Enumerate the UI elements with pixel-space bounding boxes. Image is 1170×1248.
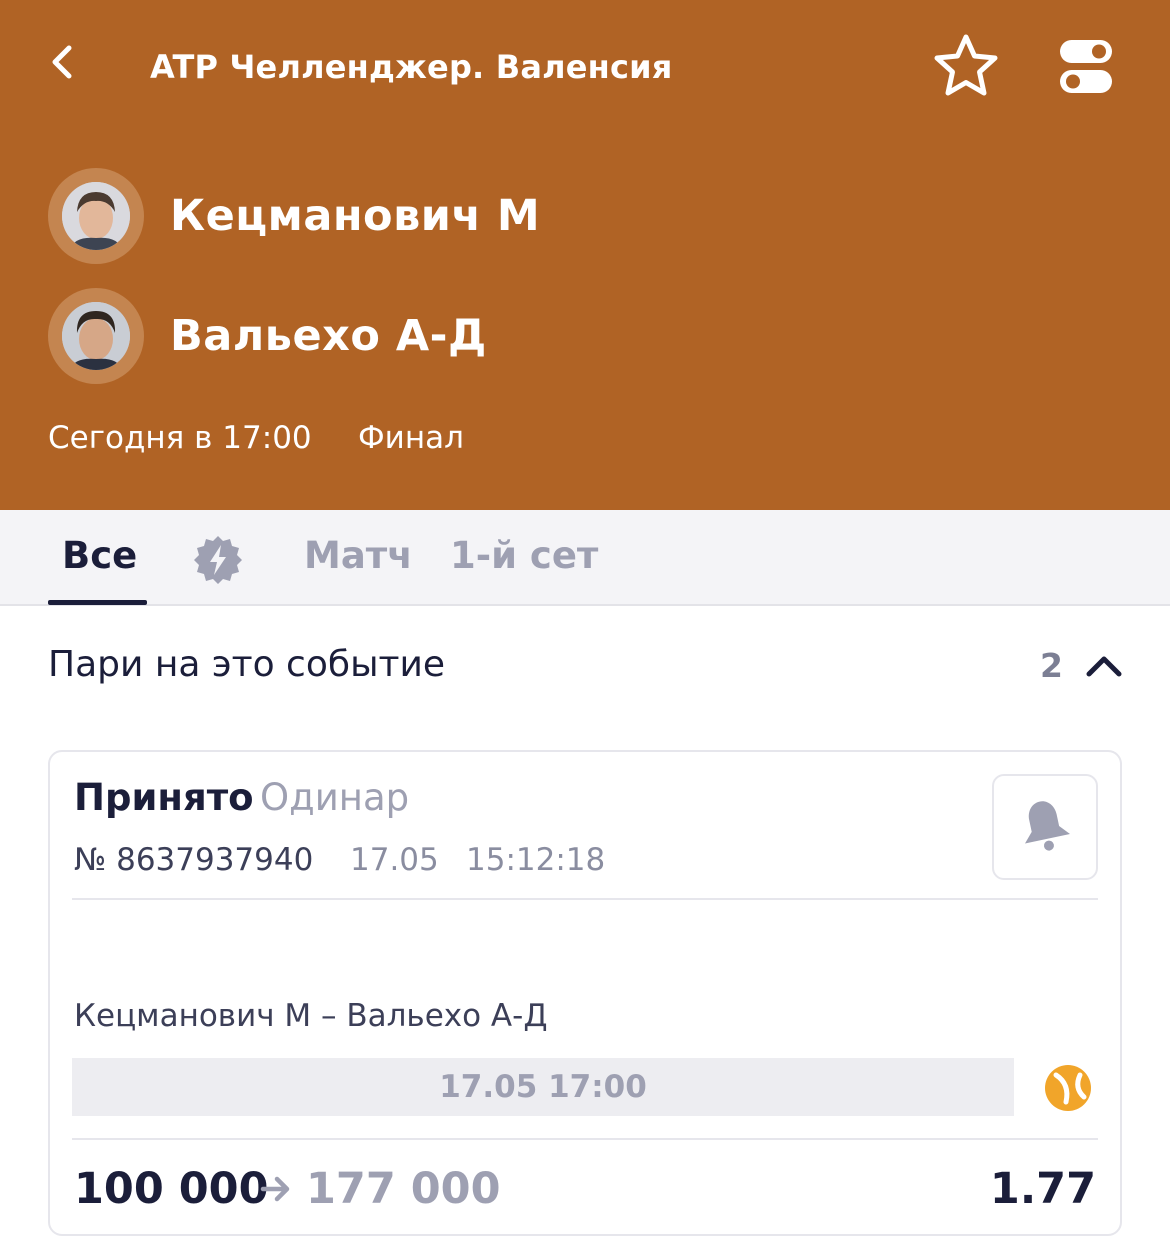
avatar bbox=[62, 302, 130, 370]
tennis-ball-icon bbox=[1044, 1064, 1092, 1112]
chevron-left-icon bbox=[52, 45, 72, 79]
bet-number: № 8637937940 bbox=[74, 842, 314, 878]
player-2: Вальехо А-Д bbox=[48, 288, 487, 384]
divider bbox=[72, 1138, 1098, 1140]
tab-live[interactable] bbox=[192, 534, 244, 586]
arrow-right-icon bbox=[260, 1172, 292, 1206]
bet-time: 15:12:18 bbox=[466, 842, 606, 878]
potential-payout: 177 000 bbox=[306, 1164, 501, 1214]
bets-count: 2 bbox=[1040, 646, 1063, 685]
bet-card[interactable]: Принято Одинар № 8637937940 17.05 15:12:… bbox=[48, 750, 1122, 1236]
tab-match[interactable]: Матч bbox=[304, 534, 413, 577]
player-2-name: Вальехо А-Д bbox=[170, 311, 487, 361]
event-datetime: 17.05 17:00 bbox=[72, 1058, 1014, 1116]
bet-odds: 1.77 bbox=[989, 1164, 1096, 1214]
active-tab-indicator bbox=[48, 600, 147, 605]
player-1-avatar bbox=[48, 168, 144, 264]
bet-date: 17.05 bbox=[350, 842, 439, 878]
event-name: Кецманович М – Вальехо А-Д bbox=[74, 998, 548, 1034]
market-tabs: Все Матч 1-й сет bbox=[0, 510, 1170, 606]
bell-icon bbox=[1024, 801, 1070, 851]
divider bbox=[72, 898, 1098, 900]
player-2-avatar bbox=[48, 288, 144, 384]
back-button[interactable] bbox=[38, 38, 86, 86]
bet-status: Принято bbox=[74, 776, 254, 819]
player-1-name: Кецманович М bbox=[170, 191, 541, 241]
tournament-title: ATP Челленджер. Валенсия bbox=[150, 48, 673, 86]
stake-amount: 100 000 bbox=[74, 1164, 269, 1214]
tab-first-set[interactable]: 1-й сет bbox=[450, 534, 598, 577]
star-icon bbox=[934, 34, 998, 96]
bet-type: Одинар bbox=[260, 776, 410, 819]
match-stage: Финал bbox=[358, 420, 464, 456]
chevron-up-icon bbox=[1086, 656, 1122, 677]
tab-all[interactable]: Все bbox=[62, 534, 137, 577]
settings-toggle-button[interactable] bbox=[1054, 36, 1118, 98]
toggle-icon bbox=[1060, 40, 1112, 93]
section-title: Пари на это событие bbox=[48, 644, 446, 685]
player-1: Кецманович М bbox=[48, 168, 540, 264]
notify-button[interactable] bbox=[992, 774, 1098, 880]
avatar bbox=[62, 182, 130, 250]
event-header: ATP Челленджер. Валенсия Кецманович М Ва… bbox=[0, 0, 1170, 510]
collapse-button[interactable] bbox=[1084, 646, 1124, 686]
event-datetime-label: 17.05 17:00 bbox=[439, 1069, 647, 1105]
lightning-badge-icon bbox=[194, 536, 242, 584]
favorite-button[interactable] bbox=[928, 30, 1004, 100]
match-start-time: Сегодня в 17:00 bbox=[48, 420, 312, 456]
